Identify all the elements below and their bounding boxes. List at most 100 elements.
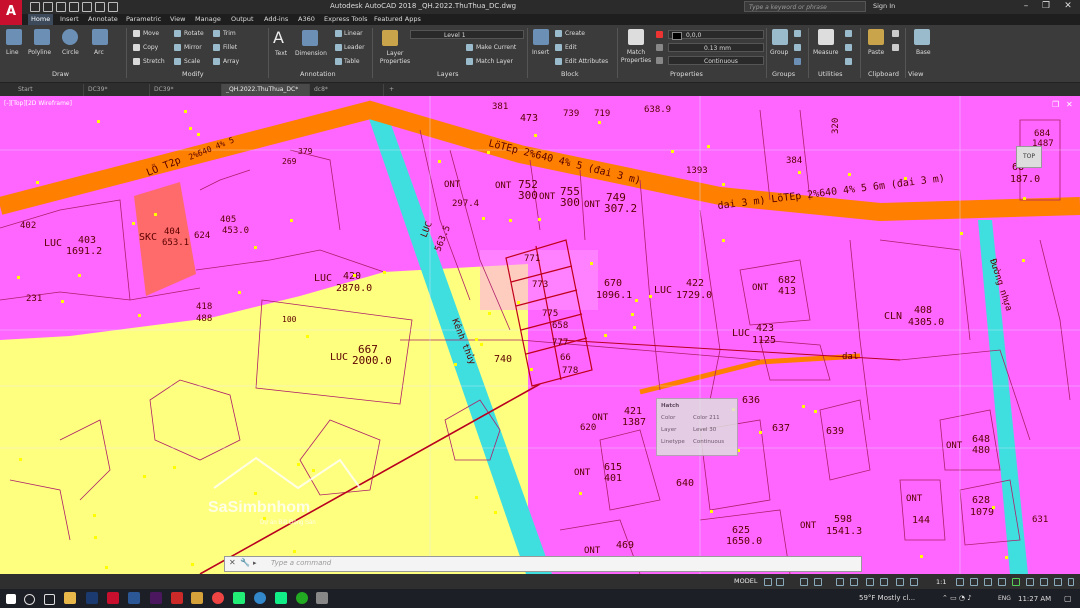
lineweight-toggle-icon[interactable]	[880, 578, 888, 586]
group-icon[interactable]	[772, 29, 788, 45]
copy-icon[interactable]	[133, 44, 140, 51]
table-button[interactable]: Table	[344, 58, 360, 65]
tab-insert[interactable]: Insert	[60, 15, 79, 23]
autocad-logo[interactable]: A	[0, 0, 22, 26]
move-icon[interactable]	[133, 30, 140, 37]
undo-icon[interactable]	[95, 2, 105, 12]
tab-home[interactable]: Home	[28, 14, 54, 25]
file-tab-qh2022[interactable]: _QH.2022.ThuThua_DC*	[222, 84, 310, 96]
insert-icon[interactable]	[533, 29, 549, 45]
polar-icon[interactable]	[814, 578, 822, 586]
annotation-visibility-icon[interactable]	[896, 578, 904, 586]
panel-clipboard-label[interactable]: Clipboard	[868, 70, 899, 78]
mirror-button[interactable]: Mirror	[184, 44, 202, 51]
match-layer-button[interactable]: Match Layer	[476, 58, 513, 65]
search-input[interactable]: Type a keyword or phrase	[744, 1, 866, 12]
tab-featured-apps[interactable]: Featured Apps	[374, 15, 421, 23]
create-block-button[interactable]: Create	[565, 30, 585, 37]
edit-attributes-button[interactable]: Edit Attributes	[565, 58, 608, 65]
file-tab-dc39-2[interactable]: DC39*	[150, 84, 222, 96]
command-line[interactable]: ✕ 🔧 ▸ Type a command	[224, 556, 862, 572]
linetype-dropdown[interactable]: Continuous	[668, 56, 764, 65]
clean-screen-icon[interactable]	[1054, 578, 1062, 586]
match-properties-button[interactable]: Match Properties	[620, 49, 652, 65]
circle-label[interactable]: Circle	[62, 49, 79, 56]
base-view-icon[interactable]	[914, 29, 930, 45]
leader-icon[interactable]	[335, 44, 342, 51]
viewcube[interactable]: TOP	[1016, 146, 1042, 168]
quick-select-icon[interactable]	[845, 30, 852, 37]
chrome-icon[interactable]	[212, 592, 224, 604]
text-icon[interactable]: A	[273, 30, 289, 46]
line-label[interactable]: Line	[6, 49, 19, 56]
chat-icon[interactable]	[296, 592, 308, 604]
wrench-icon[interactable]: 🔧	[240, 558, 250, 567]
panel-view-label[interactable]: View	[908, 70, 923, 78]
premiere-icon[interactable]	[150, 592, 162, 604]
drawing-canvas[interactable]: SaSimbnhom Dự án Bất Động Sản LÖ T2p 2%64…	[0, 96, 1080, 574]
task-view-icon[interactable]	[44, 594, 55, 605]
lineweight-icon[interactable]	[656, 44, 663, 51]
dimension-icon[interactable]	[302, 30, 318, 46]
saveas-icon[interactable]	[69, 2, 79, 12]
leader-button[interactable]: Leader	[344, 44, 365, 51]
stretch-button[interactable]: Stretch	[143, 58, 165, 65]
layer-dropdown[interactable]: Level 1	[410, 30, 524, 39]
clock[interactable]: 11:27 AM	[1018, 595, 1051, 603]
array-icon[interactable]	[213, 58, 220, 65]
autocad-taskbar-icon[interactable]	[107, 592, 119, 604]
viewport-restore-icon[interactable]: ❐	[1052, 100, 1059, 109]
pdf-icon[interactable]	[171, 592, 183, 604]
scale-icon[interactable]	[174, 58, 181, 65]
table-icon[interactable]	[335, 58, 342, 65]
tab-view[interactable]: View	[170, 15, 185, 23]
count-icon[interactable]	[845, 58, 852, 65]
layer-properties-button[interactable]: Layer Properties	[377, 50, 413, 66]
trim-button[interactable]: Trim	[223, 30, 236, 37]
tab-annotate[interactable]: Annotate	[88, 15, 118, 23]
model-space-button[interactable]: MODEL	[734, 577, 757, 585]
lock-ui-icon[interactable]	[1012, 578, 1020, 586]
photoshop-icon[interactable]	[86, 592, 98, 604]
stretch-icon[interactable]	[133, 58, 140, 65]
circle-icon[interactable]	[62, 29, 78, 45]
trim-icon[interactable]	[213, 30, 220, 37]
linear-button[interactable]: Linear	[344, 30, 363, 37]
create-block-icon[interactable]	[555, 30, 562, 37]
annotation-scale[interactable]: 1:1	[936, 578, 946, 586]
arc-icon[interactable]	[92, 29, 108, 45]
lineweight-dropdown[interactable]: 0.13 mm	[668, 43, 764, 52]
text-button[interactable]: Text	[275, 50, 287, 57]
misc-icon[interactable]	[316, 592, 328, 604]
panel-block-label[interactable]: Block	[561, 70, 579, 78]
dimension-button[interactable]: Dimension	[295, 50, 327, 57]
insert-button[interactable]: Insert	[532, 49, 549, 56]
match-layer-icon[interactable]	[466, 58, 473, 65]
paste-button[interactable]: Paste	[868, 49, 884, 56]
panel-draw-label[interactable]: Draw	[52, 70, 69, 78]
sheets-icon[interactable]	[275, 592, 287, 604]
edit-block-icon[interactable]	[555, 44, 562, 51]
annomonitor-icon[interactable]	[970, 578, 978, 586]
linear-icon[interactable]	[335, 30, 342, 37]
tab-a360[interactable]: A360	[298, 15, 315, 23]
isodraft-icon[interactable]	[836, 578, 844, 586]
color-dropdown[interactable]: 0,0,0	[668, 30, 764, 40]
group-select-icon[interactable]	[794, 58, 801, 65]
edge-icon[interactable]	[254, 592, 266, 604]
edit-attributes-icon[interactable]	[555, 58, 562, 65]
file-tab-dc39[interactable]: DC39*	[84, 84, 150, 96]
snap-icon[interactable]	[776, 578, 784, 586]
auto-scale-icon[interactable]	[910, 578, 918, 586]
search-taskbar-icon[interactable]	[24, 594, 35, 605]
measure-button[interactable]: Measure	[813, 49, 839, 56]
panel-groups-label[interactable]: Groups	[772, 70, 795, 78]
mirror-icon[interactable]	[174, 44, 181, 51]
match-properties-icon[interactable]	[628, 29, 644, 45]
tray-icons[interactable]: ⌃ ▭ ◔ ♪	[942, 594, 972, 602]
polyline-icon[interactable]	[34, 29, 50, 45]
tab-parametric[interactable]: Parametric	[126, 15, 161, 23]
scale-button[interactable]: Scale	[184, 58, 200, 65]
units-icon[interactable]	[984, 578, 992, 586]
viewport-controls[interactable]: [-][Top][2D Wireframe]	[4, 100, 72, 107]
